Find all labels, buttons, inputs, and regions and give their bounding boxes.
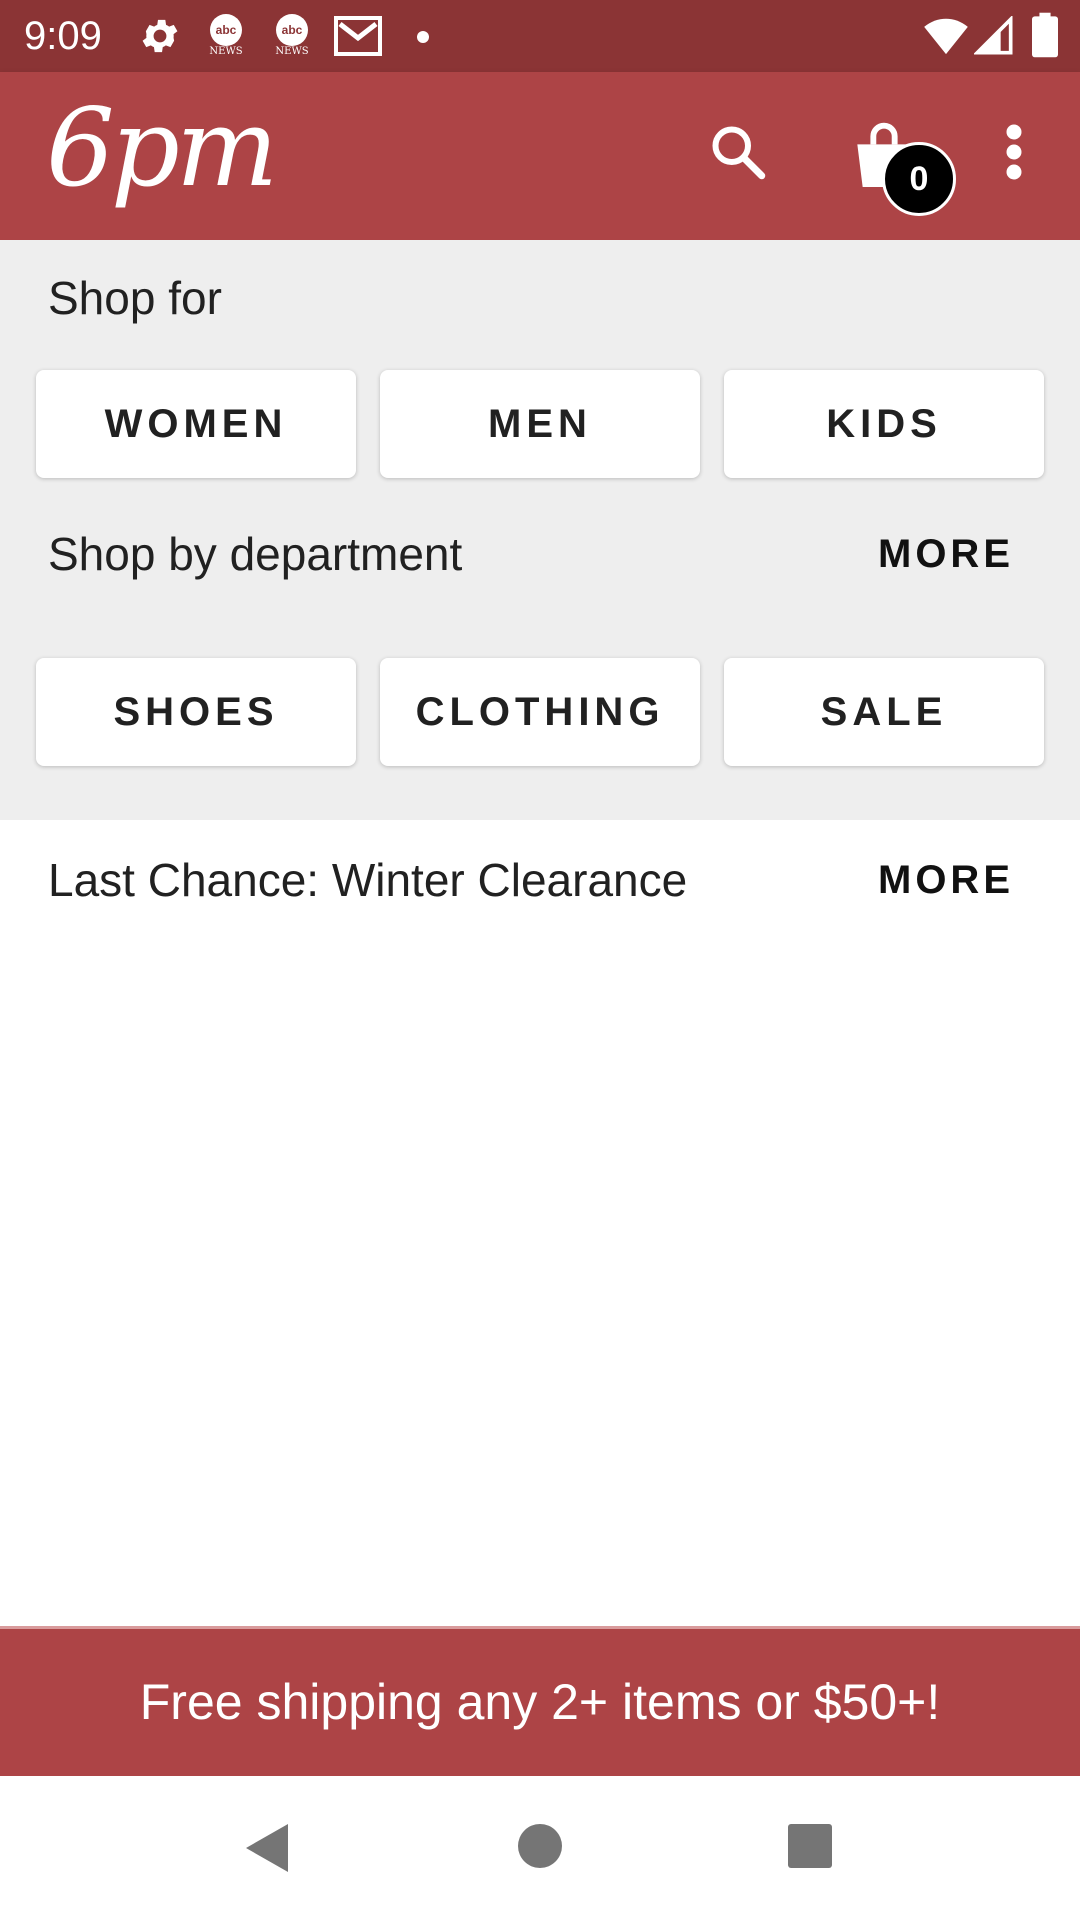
status-time: 9:09 (24, 14, 102, 58)
abc-news-logo: abc (210, 14, 242, 46)
home-icon[interactable] (518, 1824, 562, 1868)
gmail-icon (334, 16, 382, 56)
abc-news-icon: abc NEWS (206, 14, 246, 58)
abc-news-logo: abc (276, 14, 308, 46)
department-more-link[interactable]: MORE (878, 526, 1014, 582)
women-button[interactable]: WOMEN (36, 370, 356, 478)
clothing-button[interactable]: CLOTHING (380, 658, 700, 766)
free-shipping-banner[interactable]: Free shipping any 2+ items or $50+! (0, 1626, 1080, 1776)
clearance-more-link[interactable]: MORE (878, 852, 1014, 908)
system-nav-bar (0, 1776, 1080, 1920)
battery-icon (1032, 12, 1058, 58)
settings-icon (142, 19, 178, 53)
shop-by-department-label: Shop by department (48, 528, 463, 580)
back-icon[interactable] (244, 1822, 290, 1874)
men-button[interactable]: MEN (380, 370, 700, 478)
shoes-button[interactable]: SHOES (36, 658, 356, 766)
kids-button[interactable]: KIDS (724, 370, 1044, 478)
recents-icon[interactable] (788, 1824, 832, 1868)
abc-news-icon: abc NEWS (272, 14, 312, 58)
shop-categories-section: Shop for WOMEN MEN KIDS Shop by departme… (0, 240, 1080, 820)
abc-news-sub: NEWS (209, 46, 243, 57)
signal-icon (974, 16, 1013, 55)
brand-logo[interactable]: 6pm (46, 94, 278, 204)
abc-news-sub: NEWS (275, 46, 309, 57)
search-icon[interactable] (708, 122, 768, 182)
cart-count-badge[interactable]: 0 (882, 142, 956, 216)
clearance-label: Last Chance: Winter Clearance (48, 854, 688, 906)
shop-for-label: Shop for (48, 272, 222, 324)
wifi-icon (924, 18, 968, 55)
dot-icon (417, 31, 429, 43)
overflow-menu-icon[interactable] (1000, 122, 1028, 182)
sale-button[interactable]: SALE (724, 658, 1044, 766)
status-bar: 9:09 abc NEWS abc NEWS (0, 0, 1080, 72)
